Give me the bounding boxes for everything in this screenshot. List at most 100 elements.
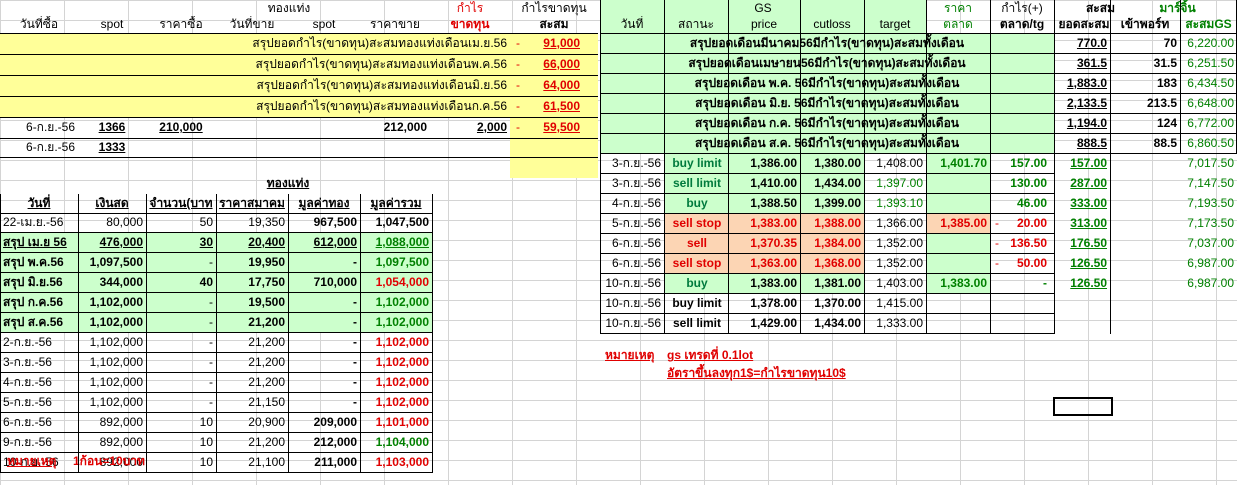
gs-status[interactable]: buy (664, 194, 730, 214)
summary-sign: - (516, 99, 520, 113)
gs-profit-sign (992, 194, 1004, 214)
summary-right-total: 1,883.0 (1066, 76, 1107, 90)
trade-spot[interactable]: 1366 (78, 118, 146, 138)
gs-cutloss: 1,388.00 (814, 216, 861, 230)
gold-row-value: 710,000 (313, 275, 357, 289)
gs-total: 176.50 (1070, 236, 1107, 250)
header-cum-gs: สะสมGS (1185, 17, 1232, 31)
trade-buy-price: 210,000 (159, 120, 203, 134)
gs-profit (1004, 294, 1050, 314)
border-line (216, 194, 217, 473)
gold-row-price: 21,200 (248, 375, 285, 389)
gs-profit-sign (992, 274, 1004, 294)
gs-price: 1,363.00 (750, 256, 797, 270)
gs-target: 1,415.00 (876, 296, 923, 310)
gold-header: วันที่ (27, 196, 51, 210)
gs-status[interactable]: sell stop (664, 254, 730, 274)
gold-row-cash: 476,000 (99, 235, 143, 249)
trade-sign: - (516, 120, 520, 134)
gold-row-price: 21,200 (248, 435, 285, 449)
gs-cutloss: 1,399.00 (814, 196, 861, 210)
gs-cutloss: 1,381.00 (814, 276, 861, 290)
gs-target: 1,393.10 (876, 196, 923, 210)
border-line (360, 194, 361, 473)
summary-right-label: สรุปยอดเดือน ส.ค. 56มีกำไร(ขาดทุน)สะสมทั… (694, 136, 960, 150)
border-line (0, 194, 1, 473)
header-cutloss: cutloss (813, 17, 851, 31)
gs-market (926, 234, 990, 254)
gs-cum-gs: 7,193.50 (1187, 196, 1234, 210)
gold-header: เงินสด (95, 196, 129, 210)
header-cumulative: สะสม (539, 17, 569, 31)
header-margin-top: มาร์จิ้น (1159, 1, 1196, 15)
gs-total: 287.00 (1070, 176, 1107, 190)
gold-row-value: 211,000 (314, 455, 357, 469)
gold-row-total: 1,102,000 (375, 355, 429, 369)
selected-cell[interactable] (1053, 397, 1113, 416)
gs-total (1054, 294, 1110, 314)
gold-row-value: 967,500 (313, 215, 357, 229)
border-line (864, 0, 865, 334)
gs-profit: 157.00 (1010, 156, 1047, 170)
gold-row-cash: 1,097,500 (89, 255, 143, 269)
border-line (1180, 0, 1181, 154)
header-market: ตลาด (943, 17, 973, 31)
gold-note-label: หมายเหตุ (7, 454, 57, 468)
trade-cum (525, 138, 583, 158)
gs-status[interactable]: buy limit (664, 294, 730, 314)
header-sell-price: ราคาขาย (370, 17, 420, 31)
gold-row-date: สรุป ส.ค.56 (3, 315, 64, 329)
gs-status[interactable]: sell limit (664, 314, 730, 334)
gs-status[interactable]: sell stop (664, 214, 730, 234)
gold-row-cash: 1,102,000 (89, 295, 143, 309)
gs-profit-sign: - (995, 256, 999, 270)
gs-cum-gs (1180, 294, 1237, 314)
summary-right-deposit: 31.5 (1153, 56, 1177, 70)
summary-sign: - (516, 36, 520, 50)
gs-status[interactable]: sell limit (664, 174, 730, 194)
trade-sell-price (360, 138, 430, 158)
summary-right-gs: 6,434.50 (1187, 76, 1234, 90)
gold-row-date: 3-ก.ย.-56 (3, 355, 52, 369)
gold-row-cash: 344,000 (99, 275, 143, 289)
gs-target: 1,352.00 (876, 236, 923, 250)
gs-status[interactable]: buy (664, 274, 730, 294)
summary-right-deposit: 88.5 (1153, 136, 1177, 150)
gold-row-qty: - (209, 335, 213, 349)
trade-profit: 2,000 (476, 120, 507, 134)
gs-market: 1,385.00 (940, 216, 987, 230)
gold-row-price: 21,150 (248, 395, 285, 409)
gs-profit: 46.00 (1016, 196, 1047, 210)
gold-row-price: 21,100 (248, 455, 285, 469)
header-market-tg: ตลาด/tg (999, 17, 1045, 31)
gs-cum-gs: 6,987.00 (1187, 256, 1234, 270)
gs-cum-gs: 7,037.00 (1187, 236, 1234, 250)
gs-target: 1,397.00 (876, 176, 923, 190)
trade-buy-price (146, 138, 216, 158)
gold-row-value: - (353, 255, 357, 269)
gs-cum-gs: 7,173.50 (1187, 216, 1234, 230)
gs-date: 6-ก.ย.-56 (612, 256, 661, 270)
gs-profit (1004, 314, 1050, 334)
summary-sign: - (516, 78, 520, 92)
gs-status[interactable]: buy limit (664, 154, 730, 174)
trade-sign (513, 138, 525, 158)
gs-profit: 20.00 (1016, 216, 1047, 230)
gold-row-total: 1,097,500 (375, 255, 429, 269)
trade-spot[interactable]: 1333 (78, 138, 146, 158)
gold-row-value: 209,000 (313, 415, 357, 429)
summary-right-deposit: 70 (1163, 36, 1177, 50)
header-date: วันที่ (620, 17, 644, 31)
summary-right-label: สรุปยอดเดือน มิ.ย. 56มีกำไร(ขาดทุน)สะสมท… (695, 96, 959, 110)
gold-row-qty: - (209, 315, 213, 329)
gold-row-price: 20,900 (248, 415, 285, 429)
gold-row-value: 612,000 (313, 235, 357, 249)
gs-market (926, 314, 990, 334)
summary-right-gs: 6,251.50 (1187, 56, 1234, 70)
right-note-label: หมายเหตุ (605, 348, 655, 362)
summary-left-value: 61,500 (543, 99, 580, 113)
gs-price: 1,378.00 (750, 296, 797, 310)
gs-status[interactable]: sell (664, 234, 730, 254)
header-deposit: เข้าพอร์ท (1120, 17, 1170, 31)
gold-row-qty: 50 (199, 215, 213, 229)
